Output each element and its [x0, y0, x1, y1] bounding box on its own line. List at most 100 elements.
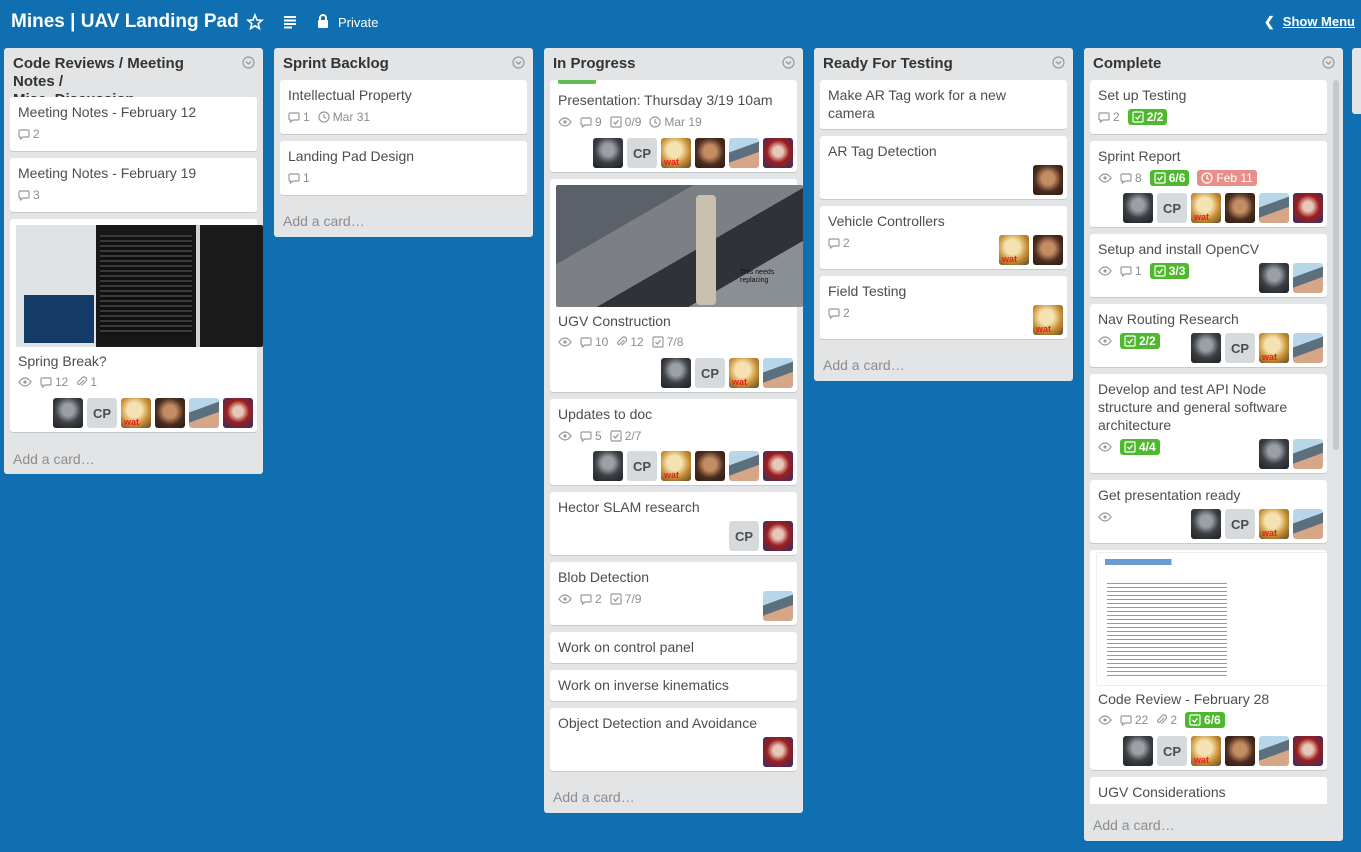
- avatar[interactable]: [763, 358, 793, 388]
- card-object-detection[interactable]: Object Detection and Avoidance: [550, 708, 797, 771]
- avatar[interactable]: [763, 451, 793, 481]
- card-ugv-considerations[interactable]: UGV Considerations: [1090, 777, 1327, 804]
- card-control-panel[interactable]: Work on control panel: [550, 632, 797, 663]
- card-ar-tag-new-camera[interactable]: Make AR Tag work for a new camera: [820, 80, 1067, 129]
- avatar[interactable]: [121, 398, 151, 428]
- list-menu-icon[interactable]: [512, 56, 525, 69]
- avatar[interactable]: [661, 138, 691, 168]
- avatar[interactable]: [729, 451, 759, 481]
- avatar[interactable]: [189, 398, 219, 428]
- avatar-initials[interactable]: CP: [1157, 736, 1187, 766]
- avatar[interactable]: [661, 451, 691, 481]
- avatar[interactable]: [593, 451, 623, 481]
- card-field-testing[interactable]: Field Testing 2: [820, 276, 1067, 339]
- card-hector-slam[interactable]: Hector SLAM research CP: [550, 492, 797, 555]
- star-icon[interactable]: [246, 13, 264, 31]
- avatar-initials[interactable]: CP: [1225, 509, 1255, 539]
- card-code-review-feb28[interactable]: Code Review - February 28 22 2 6/6 CP: [1090, 550, 1327, 770]
- avatar[interactable]: [223, 398, 253, 428]
- card-landing-pad-design[interactable]: Landing Pad Design 1: [280, 141, 527, 195]
- list-menu-icon[interactable]: [1322, 56, 1335, 69]
- list-menu-icon[interactable]: [782, 56, 795, 69]
- avatar-initials[interactable]: CP: [627, 138, 657, 168]
- avatar-initials[interactable]: CP: [1157, 193, 1187, 223]
- avatar[interactable]: [1225, 193, 1255, 223]
- add-card-button[interactable]: Add a card…: [13, 451, 95, 467]
- card-spring-break[interactable]: Spring Break? 12 1 CP: [10, 219, 263, 432]
- show-menu-button[interactable]: ❮ Show Menu: [1264, 14, 1355, 30]
- list-menu-icon[interactable]: [1052, 56, 1065, 69]
- avatar[interactable]: [155, 398, 185, 428]
- avatar[interactable]: [1259, 193, 1289, 223]
- avatar[interactable]: [1259, 439, 1289, 469]
- card-intellectual-property[interactable]: Intellectual Property 1 Mar 31: [280, 80, 527, 134]
- add-card-button[interactable]: Add a card…: [283, 213, 365, 229]
- card-develop-api-node[interactable]: Develop and test API Node structure and …: [1090, 374, 1327, 473]
- avatar[interactable]: [1259, 333, 1289, 363]
- board-title[interactable]: Mines | UAV Landing Pad: [11, 11, 239, 33]
- avatar[interactable]: [1033, 235, 1063, 265]
- avatar-initials[interactable]: CP: [1225, 333, 1255, 363]
- card-nav-routing[interactable]: Nav Routing Research 2/2 CP: [1090, 304, 1327, 367]
- avatar[interactable]: [1259, 736, 1289, 766]
- avatar[interactable]: [1123, 736, 1153, 766]
- avatar[interactable]: [1293, 439, 1323, 469]
- avatar[interactable]: [1293, 736, 1323, 766]
- list-scrollbar[interactable]: [1333, 80, 1339, 450]
- list-title[interactable]: Ready For Testing: [814, 48, 1073, 73]
- list-title[interactable]: In Progress: [544, 48, 803, 73]
- avatar[interactable]: [1123, 193, 1153, 223]
- avatar[interactable]: [999, 235, 1029, 265]
- list-title[interactable]: Sprint Backlog: [274, 48, 533, 73]
- avatar[interactable]: [1191, 193, 1221, 223]
- avatar[interactable]: [763, 521, 793, 551]
- card-setup-opencv[interactable]: Setup and install OpenCV 1 3/3: [1090, 234, 1327, 297]
- card-updates-to-doc[interactable]: Updates to doc 5 2/7 CP: [550, 399, 797, 485]
- avatar[interactable]: [1191, 333, 1221, 363]
- avatar[interactable]: [1033, 165, 1063, 195]
- avatar-initials[interactable]: CP: [695, 358, 725, 388]
- avatar[interactable]: [1293, 263, 1323, 293]
- avatar[interactable]: [53, 398, 83, 428]
- avatar[interactable]: [763, 591, 793, 621]
- avatar[interactable]: [1293, 509, 1323, 539]
- avatar[interactable]: [593, 138, 623, 168]
- avatar[interactable]: [1191, 509, 1221, 539]
- card-meeting-notes-feb19[interactable]: Meeting Notes - February 19 3: [10, 158, 257, 212]
- board-menu-icon[interactable]: [281, 13, 299, 31]
- card-ar-tag-detection[interactable]: AR Tag Detection: [820, 136, 1067, 199]
- card-presentation-thursday[interactable]: Presentation: Thursday 3/19 10am 9 0/9 M…: [550, 80, 797, 172]
- avatar[interactable]: [1259, 263, 1289, 293]
- visibility-label[interactable]: Private: [338, 15, 378, 30]
- list-title[interactable]: Complete: [1084, 48, 1343, 73]
- card-set-up-testing[interactable]: Set up Testing 2 2/2: [1090, 80, 1327, 134]
- add-card-button[interactable]: Add a card…: [553, 789, 635, 805]
- avatar-initials[interactable]: CP: [729, 521, 759, 551]
- add-card-button[interactable]: Add a card…: [823, 357, 905, 373]
- avatar[interactable]: [1293, 333, 1323, 363]
- avatar[interactable]: [729, 138, 759, 168]
- card-ugv-construction[interactable]: UGV Construction 10 12 7/8 CP: [550, 179, 803, 392]
- add-card-button[interactable]: Add a card…: [1093, 817, 1175, 833]
- avatar[interactable]: [695, 451, 725, 481]
- checkbox-icon: [1189, 714, 1201, 726]
- list-menu-icon[interactable]: [242, 56, 255, 69]
- avatar[interactable]: [1225, 736, 1255, 766]
- avatar[interactable]: [763, 138, 793, 168]
- avatar[interactable]: [661, 358, 691, 388]
- card-blob-detection[interactable]: Blob Detection 2 7/9: [550, 562, 797, 625]
- avatar[interactable]: [763, 737, 793, 767]
- avatar[interactable]: [1033, 305, 1063, 335]
- card-vehicle-controllers[interactable]: Vehicle Controllers 2: [820, 206, 1067, 269]
- avatar[interactable]: [1293, 193, 1323, 223]
- avatar[interactable]: [1191, 736, 1221, 766]
- card-meeting-notes-feb12[interactable]: Meeting Notes - February 12 2: [10, 97, 257, 151]
- card-get-presentation-ready[interactable]: Get presentation ready CP: [1090, 480, 1327, 543]
- avatar[interactable]: [1259, 509, 1289, 539]
- avatar-initials[interactable]: CP: [87, 398, 117, 428]
- card-inverse-kinematics[interactable]: Work on inverse kinematics: [550, 670, 797, 701]
- avatar-initials[interactable]: CP: [627, 451, 657, 481]
- avatar[interactable]: [695, 138, 725, 168]
- avatar[interactable]: [729, 358, 759, 388]
- card-sprint-report[interactable]: Sprint Report 8 6/6 Feb 11 CP: [1090, 141, 1327, 227]
